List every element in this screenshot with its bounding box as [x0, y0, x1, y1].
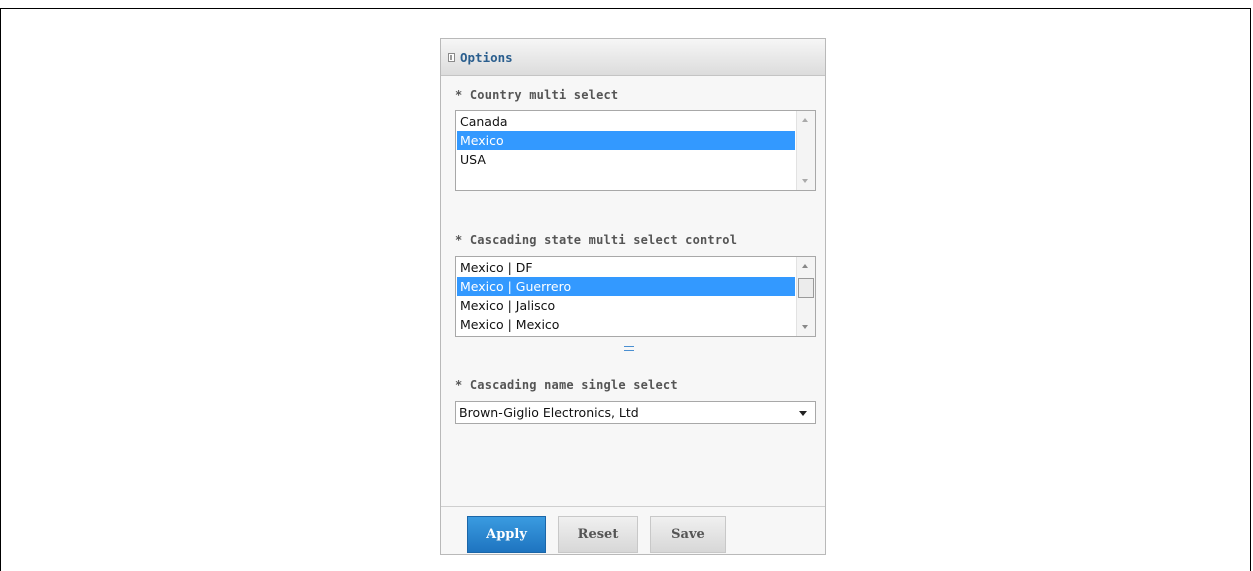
country-multi-select[interactable]: Canada Mexico USA: [455, 110, 816, 191]
scroll-down-icon[interactable]: [802, 325, 808, 329]
list-option-canada[interactable]: Canada: [457, 112, 795, 131]
panel-footer: Apply Reset Save: [441, 506, 825, 554]
scroll-up-icon[interactable]: [802, 264, 808, 268]
list-option-guerrero[interactable]: Mexico | Guerrero: [457, 277, 795, 296]
apply-button[interactable]: Apply: [467, 516, 546, 553]
name-select-label: * Cascading name single select: [455, 378, 678, 392]
list-option-jalisco[interactable]: Mexico | Jalisco: [457, 296, 795, 315]
state-multi-select[interactable]: Mexico | DF Mexico | Guerrero Mexico | J…: [455, 256, 816, 337]
name-select-value: Brown-Giglio Electronics, Ltd: [459, 405, 639, 420]
options-panel: Options * Country multi select Canada Me…: [440, 38, 826, 555]
state-scrollbar[interactable]: [796, 257, 815, 336]
scroll-up-icon[interactable]: [802, 118, 808, 122]
scroll-thumb[interactable]: [798, 278, 814, 298]
name-single-select[interactable]: Brown-Giglio Electronics, Ltd: [455, 401, 816, 424]
scroll-down-icon[interactable]: [802, 179, 808, 183]
save-button[interactable]: Save: [650, 516, 726, 553]
list-option-mexico-state[interactable]: Mexico | Mexico: [457, 315, 795, 334]
list-option-usa[interactable]: USA: [457, 150, 795, 169]
list-option-df[interactable]: Mexico | DF: [457, 258, 795, 277]
reset-button[interactable]: Reset: [558, 516, 638, 553]
collapse-icon[interactable]: [448, 53, 455, 62]
panel-header: Options: [441, 39, 825, 76]
chevron-down-icon[interactable]: [799, 411, 807, 416]
state-select-label: * Cascading state multi select control: [455, 233, 738, 247]
resize-grip-icon[interactable]: [624, 346, 634, 351]
list-option-mexico[interactable]: Mexico: [457, 131, 795, 150]
panel-title: Options: [460, 50, 513, 65]
country-scrollbar[interactable]: [796, 111, 815, 190]
country-select-label: * Country multi select: [455, 88, 619, 102]
